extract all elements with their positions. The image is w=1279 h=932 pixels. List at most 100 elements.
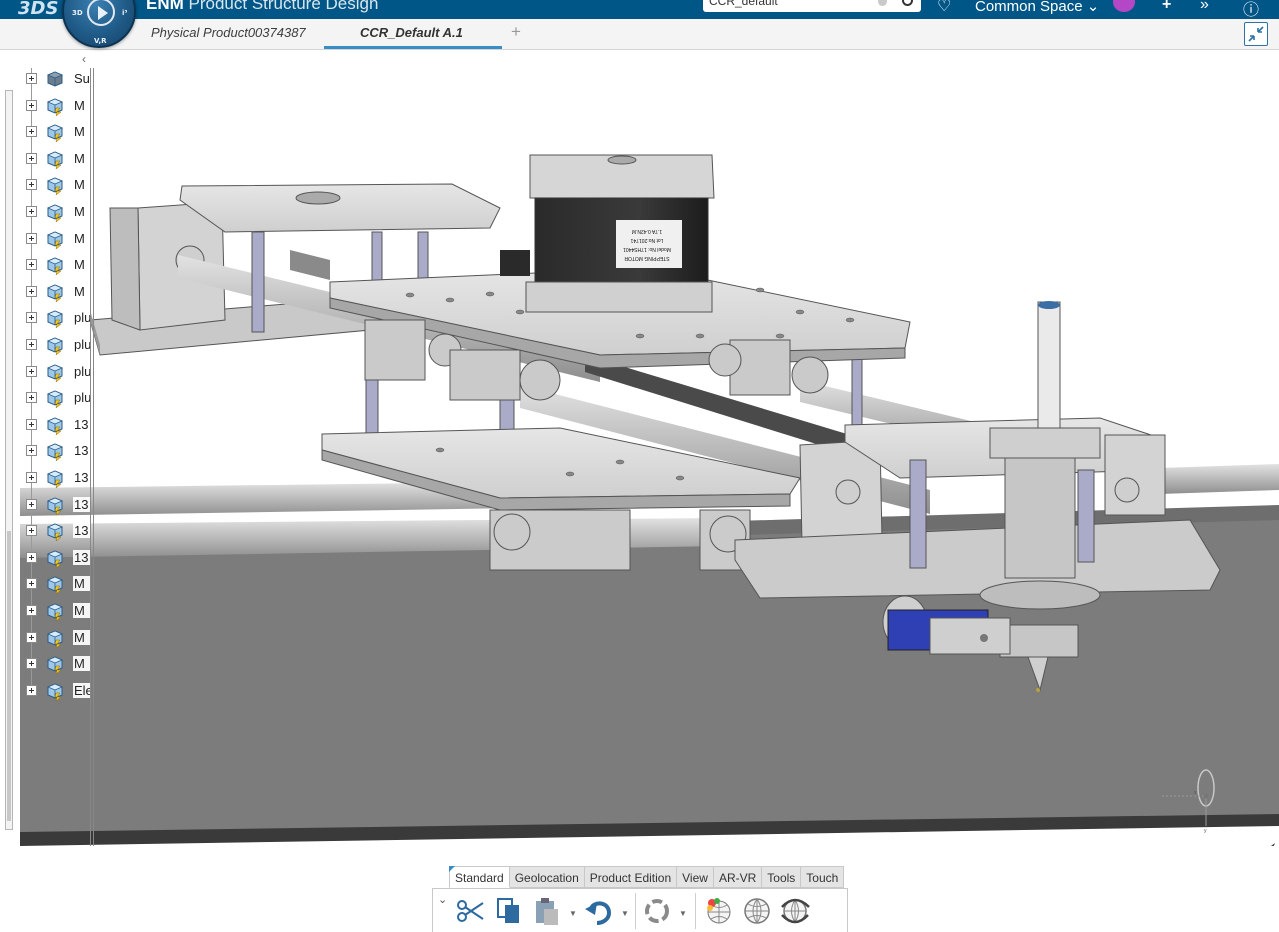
expand-plus-icon[interactable] <box>26 232 37 244</box>
tree-node[interactable]: plu <box>26 335 90 355</box>
part-cube-icon <box>46 443 64 462</box>
expand-plus-icon[interactable] <box>26 179 37 191</box>
expand-plus-icon[interactable] <box>26 206 37 217</box>
expand-plus-icon[interactable] <box>26 152 37 164</box>
tree-node-label: 13 <box>73 496 90 512</box>
help-icon[interactable]: ⓘ <box>1243 0 1259 20</box>
tree-node[interactable]: 13 <box>26 495 90 515</box>
undo-icon[interactable] <box>583 895 615 927</box>
expand-plus-icon[interactable] <box>26 365 37 377</box>
exit-fullscreen-button[interactable] <box>1244 22 1268 46</box>
bookmark-icon[interactable]: ♡ <box>937 0 951 16</box>
expand-plus-icon[interactable] <box>26 392 37 404</box>
tree-node[interactable]: plu <box>26 362 90 382</box>
undo-dropdown-icon[interactable]: ▼ <box>621 909 629 918</box>
rotate-globe-icon[interactable] <box>779 895 811 927</box>
search-input[interactable]: CCR_default <box>703 0 921 12</box>
share-icon[interactable]: » <box>1200 0 1209 14</box>
part-cube-icon <box>46 470 64 488</box>
expand-plus-icon[interactable] <box>26 259 37 271</box>
expand-plus-icon[interactable] <box>26 285 37 297</box>
resize-corner-icon[interactable] <box>1259 842 1277 846</box>
expand-plus-icon[interactable] <box>26 339 37 350</box>
tree-node[interactable]: M <box>26 175 90 196</box>
tree-node[interactable]: M <box>26 149 90 169</box>
action-tab-tools[interactable]: Tools <box>762 866 802 888</box>
action-tab-standard[interactable]: Standard <box>449 866 510 888</box>
expand-plus-icon[interactable] <box>26 658 37 670</box>
tree-node-label: M <box>73 204 90 219</box>
tree-node[interactable]: M <box>26 122 90 143</box>
axis-compass-icon[interactable]: x y <box>1158 768 1218 834</box>
expand-plus-icon[interactable] <box>26 73 37 84</box>
tree-node-label: M <box>73 230 90 246</box>
expand-plus-icon[interactable] <box>26 126 37 138</box>
expand-plus-icon[interactable] <box>26 578 37 590</box>
new-tab-button[interactable]: + <box>511 22 521 42</box>
collapse-tree-button[interactable]: ‹ <box>18 53 90 66</box>
part-cube-icon <box>46 204 64 222</box>
clear-search-icon[interactable] <box>878 0 887 6</box>
brand-logo[interactable]: 3DS <box>18 0 58 19</box>
tree-node[interactable]: M <box>26 202 90 222</box>
paste-icon[interactable] <box>531 895 563 927</box>
expand-plus-icon[interactable] <box>26 631 37 643</box>
action-tab-geolocation[interactable]: Geolocation <box>509 866 585 888</box>
tab-physical-product[interactable]: Physical Product00374387 <box>151 25 306 40</box>
tree-node[interactable]: M <box>26 96 90 116</box>
tree-node[interactable]: M <box>26 654 90 675</box>
expand-plus-icon[interactable] <box>26 498 37 510</box>
tab-ccr-default[interactable]: CCR_Default A.1 <box>360 25 463 40</box>
tree-node[interactable]: plu <box>26 388 90 409</box>
action-bar-tabs: Standard Geolocation Product Edition View AR… <box>449 866 845 888</box>
expand-plus-icon[interactable] <box>26 525 37 537</box>
collapse-action-bar-icon[interactable]: ⌄ <box>438 893 447 906</box>
update-icon[interactable] <box>641 895 673 927</box>
expand-plus-icon[interactable] <box>26 551 37 563</box>
tree-node[interactable]: Su <box>26 69 90 89</box>
tree-node[interactable]: M <box>26 628 90 648</box>
expand-plus-icon[interactable] <box>26 99 37 111</box>
play-icon[interactable] <box>87 0 115 26</box>
globe-icon[interactable] <box>741 895 773 927</box>
space-selector[interactable]: Common Space ⌄ <box>975 0 1099 15</box>
action-tab-touch[interactable]: Touch <box>801 866 845 888</box>
tree-node[interactable]: plu <box>26 308 90 329</box>
tree-node[interactable]: M <box>26 574 90 595</box>
part-cube-icon <box>46 523 64 542</box>
action-tab-view[interactable]: View <box>677 866 714 888</box>
3d-viewport[interactable]: STEPPING MOTOR Model No: 17HS4401 Lot No… <box>0 50 1279 846</box>
cut-icon[interactable] <box>453 895 485 927</box>
add-icon[interactable]: + <box>1162 0 1171 14</box>
tree-node[interactable]: M <box>26 255 90 276</box>
expand-plus-icon[interactable] <box>26 472 37 483</box>
tree-node-label: 13 <box>73 416 90 432</box>
expand-plus-icon[interactable] <box>26 445 37 457</box>
expand-plus-icon[interactable] <box>26 605 37 616</box>
update-dropdown-icon[interactable]: ▼ <box>679 909 687 918</box>
tree-node[interactable]: 13 <box>26 441 90 462</box>
tree-node[interactable]: M <box>26 282 90 302</box>
expand-plus-icon[interactable] <box>26 418 37 430</box>
tree-node[interactable]: M <box>26 601 90 621</box>
tree-resize-handle[interactable] <box>90 68 94 846</box>
expand-plus-icon[interactable] <box>26 684 37 696</box>
copy-icon[interactable] <box>493 895 525 927</box>
paste-dropdown-icon[interactable]: ▼ <box>569 909 577 918</box>
search-icon[interactable] <box>902 0 913 6</box>
action-tab-ar-vr[interactable]: AR-VR <box>713 866 763 888</box>
render-style-icon[interactable] <box>703 895 735 927</box>
tree-node[interactable]: 13 <box>26 548 90 568</box>
tree-node[interactable]: 13 <box>26 415 90 435</box>
cnc-plotter-model[interactable]: STEPPING MOTOR Model No: 17HS4401 Lot No… <box>0 50 1279 846</box>
tree-node[interactable]: M <box>26 229 90 249</box>
tree-node[interactable]: 13 <box>26 468 90 488</box>
user-avatar[interactable] <box>1113 0 1135 12</box>
tree-vertical-scrollbar[interactable] <box>5 90 13 830</box>
action-tab-product-edition[interactable]: Product Edition <box>584 866 678 888</box>
scroll-thumb[interactable] <box>7 531 11 821</box>
expand-plus-icon[interactable] <box>26 312 37 324</box>
tree-node-label: 13 <box>73 470 90 485</box>
tree-node[interactable]: Ele <box>26 681 90 701</box>
tree-node[interactable]: 13 <box>26 521 90 542</box>
